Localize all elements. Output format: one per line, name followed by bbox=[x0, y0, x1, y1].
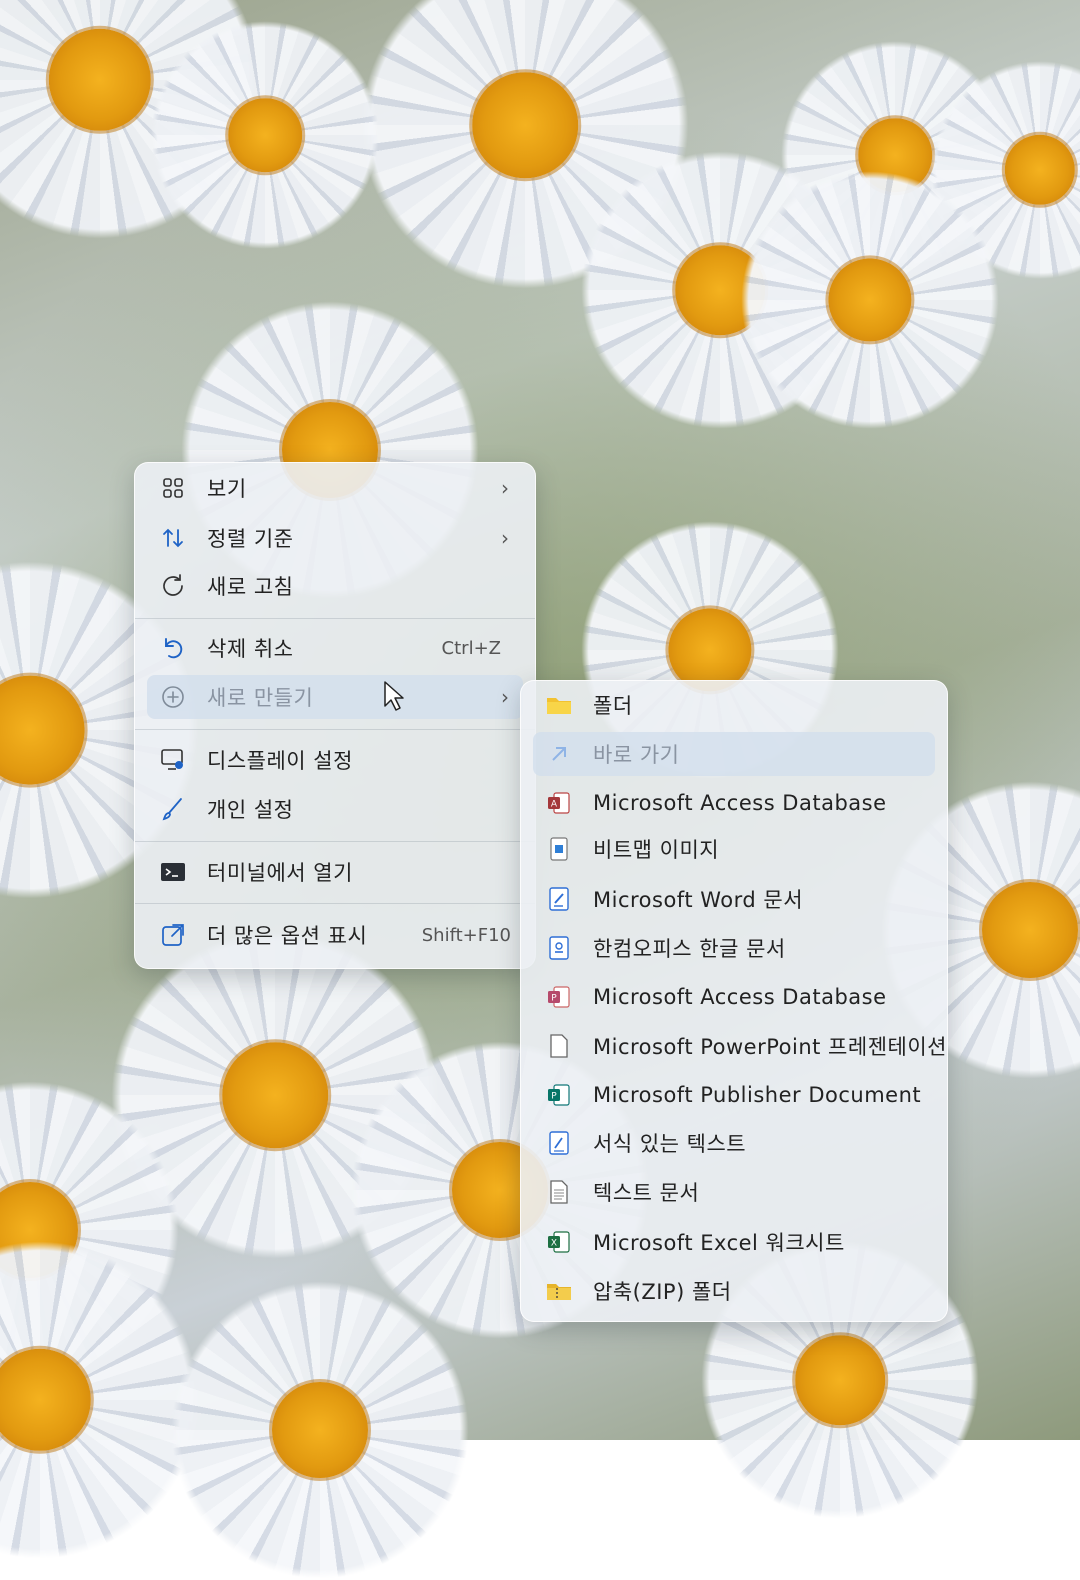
menu-item-label: 보기 bbox=[207, 477, 247, 501]
menu-item-personalize[interactable]: 개인 설정 bbox=[147, 787, 523, 831]
menu-item-label: 새로 고침 bbox=[207, 575, 294, 599]
submenu-item-label: 서식 있는 텍스트 bbox=[593, 1132, 747, 1156]
display-settings-icon bbox=[153, 740, 193, 780]
submenu-item-label: Microsoft Excel 워크시트 bbox=[593, 1231, 845, 1255]
new-icon bbox=[153, 677, 193, 717]
submenu-item-rich-text[interactable]: 서식 있는 텍스트 bbox=[533, 1121, 935, 1165]
submenu-item-label: 비트맵 이미지 bbox=[593, 838, 720, 862]
access-icon: P bbox=[539, 977, 579, 1017]
zip-folder-icon bbox=[539, 1271, 579, 1311]
menu-item-sort-by[interactable]: 정렬 기준 › bbox=[147, 516, 523, 560]
submenu-item-hwp-document[interactable]: 한컴오피스 한글 문서 bbox=[533, 926, 935, 970]
daisy-flower bbox=[740, 170, 1000, 430]
submenu-item-access-database[interactable]: A Microsoft Access Database bbox=[533, 781, 935, 825]
menu-item-label: 터미널에서 열기 bbox=[207, 861, 353, 885]
menu-item-label: 개인 설정 bbox=[207, 798, 294, 822]
submenu-item-label: 한컴오피스 한글 문서 bbox=[593, 937, 786, 961]
submenu-item-shortcut[interactable]: 바로 가기 bbox=[533, 732, 935, 776]
menu-item-refresh[interactable]: 새로 고침 bbox=[147, 564, 523, 608]
chevron-right-icon: › bbox=[501, 685, 509, 709]
menu-item-label: 디스플레이 설정 bbox=[207, 749, 353, 773]
undo-icon bbox=[153, 628, 193, 668]
shortcut-arrow-icon bbox=[539, 734, 579, 774]
submenu-item-label: 텍스트 문서 bbox=[593, 1181, 700, 1205]
blank-doc-icon bbox=[539, 1026, 579, 1066]
daisy-flower bbox=[150, 20, 380, 250]
submenu-item-text-document[interactable]: 텍스트 문서 bbox=[533, 1170, 935, 1214]
submenu-item-word-document[interactable]: Microsoft Word 문서 bbox=[533, 877, 935, 921]
menu-item-display-settings[interactable]: 디스플레이 설정 bbox=[147, 738, 523, 782]
brush-icon bbox=[153, 789, 193, 829]
svg-text:P: P bbox=[551, 1092, 557, 1102]
menu-item-label: 정렬 기준 bbox=[207, 527, 294, 551]
excel-icon: X bbox=[539, 1222, 579, 1262]
submenu-item-zip-folder[interactable]: 압축(ZIP) 폴더 bbox=[533, 1269, 935, 1313]
svg-text:P: P bbox=[551, 994, 557, 1004]
chevron-right-icon: › bbox=[501, 476, 509, 500]
submenu-item-bitmap-image[interactable]: 비트맵 이미지 bbox=[533, 827, 935, 871]
more-options-icon bbox=[153, 915, 193, 955]
text-doc-icon bbox=[539, 1172, 579, 1212]
rich-text-icon bbox=[539, 1123, 579, 1163]
submenu-item-publisher[interactable]: P Microsoft Publisher Document bbox=[533, 1073, 935, 1117]
menu-separator bbox=[135, 729, 535, 730]
submenu-item-label: Microsoft Access Database bbox=[593, 985, 887, 1009]
chevron-right-icon: › bbox=[501, 526, 509, 550]
desktop-context-menu: 보기 › 정렬 기준 › 새로 고침 삭제 취소 Ctrl+Z 새로 만들기 › bbox=[134, 462, 536, 969]
menu-separator bbox=[135, 618, 535, 619]
menu-item-label: 삭제 취소 bbox=[207, 637, 294, 661]
shortcut-hint: Shift+F10 bbox=[421, 924, 511, 946]
daisy-flower bbox=[0, 1240, 200, 1560]
svg-text:X: X bbox=[551, 1239, 557, 1249]
mouse-pointer-icon bbox=[384, 681, 404, 711]
publisher-icon: P bbox=[539, 1075, 579, 1115]
menu-item-show-more-options[interactable]: 더 많은 옵션 표시 Shift+F10 bbox=[147, 913, 523, 957]
submenu-item-label: Microsoft PowerPoint 프레젠테이션 bbox=[593, 1035, 947, 1059]
shortcut-hint: Ctrl+Z bbox=[441, 637, 501, 659]
menu-item-new[interactable]: 새로 만들기 › bbox=[147, 675, 523, 719]
menu-item-undo-delete[interactable]: 삭제 취소 Ctrl+Z bbox=[147, 626, 523, 670]
submenu-item-folder[interactable]: 폴더 bbox=[533, 683, 935, 727]
menu-item-label: 새로 만들기 bbox=[207, 686, 314, 710]
menu-item-view[interactable]: 보기 › bbox=[147, 466, 523, 510]
refresh-icon bbox=[153, 566, 193, 606]
folder-icon bbox=[539, 685, 579, 725]
hwp-doc-icon bbox=[539, 928, 579, 968]
sort-icon bbox=[153, 518, 193, 558]
view-grid-icon bbox=[153, 468, 193, 508]
daisy-flower bbox=[170, 1280, 470, 1580]
submenu-item-excel-worksheet[interactable]: X Microsoft Excel 워크시트 bbox=[533, 1220, 935, 1264]
submenu-item-label: 압축(ZIP) 폴더 bbox=[593, 1280, 732, 1304]
submenu-item-label: 바로 가기 bbox=[593, 743, 680, 767]
menu-separator bbox=[135, 841, 535, 842]
terminal-icon bbox=[153, 852, 193, 892]
submenu-item-label: 폴더 bbox=[593, 694, 633, 718]
new-submenu: 폴더 바로 가기 A Microsoft Access Database 비트맵… bbox=[520, 680, 948, 1322]
word-doc-icon bbox=[539, 879, 579, 919]
bitmap-icon bbox=[539, 829, 579, 869]
submenu-item-label: Microsoft Word 문서 bbox=[593, 888, 804, 912]
submenu-item-label: Microsoft Access Database bbox=[593, 791, 887, 815]
menu-item-open-in-terminal[interactable]: 터미널에서 열기 bbox=[147, 850, 523, 894]
access-icon: A bbox=[539, 783, 579, 823]
menu-separator bbox=[135, 903, 535, 904]
svg-text:A: A bbox=[551, 800, 558, 810]
menu-item-label: 더 많은 옵션 표시 bbox=[207, 924, 368, 948]
submenu-item-powerpoint[interactable]: Microsoft PowerPoint 프레젠테이션 bbox=[533, 1024, 946, 1068]
submenu-item-access-database-2[interactable]: P Microsoft Access Database bbox=[533, 975, 935, 1019]
submenu-item-label: Microsoft Publisher Document bbox=[593, 1083, 922, 1107]
